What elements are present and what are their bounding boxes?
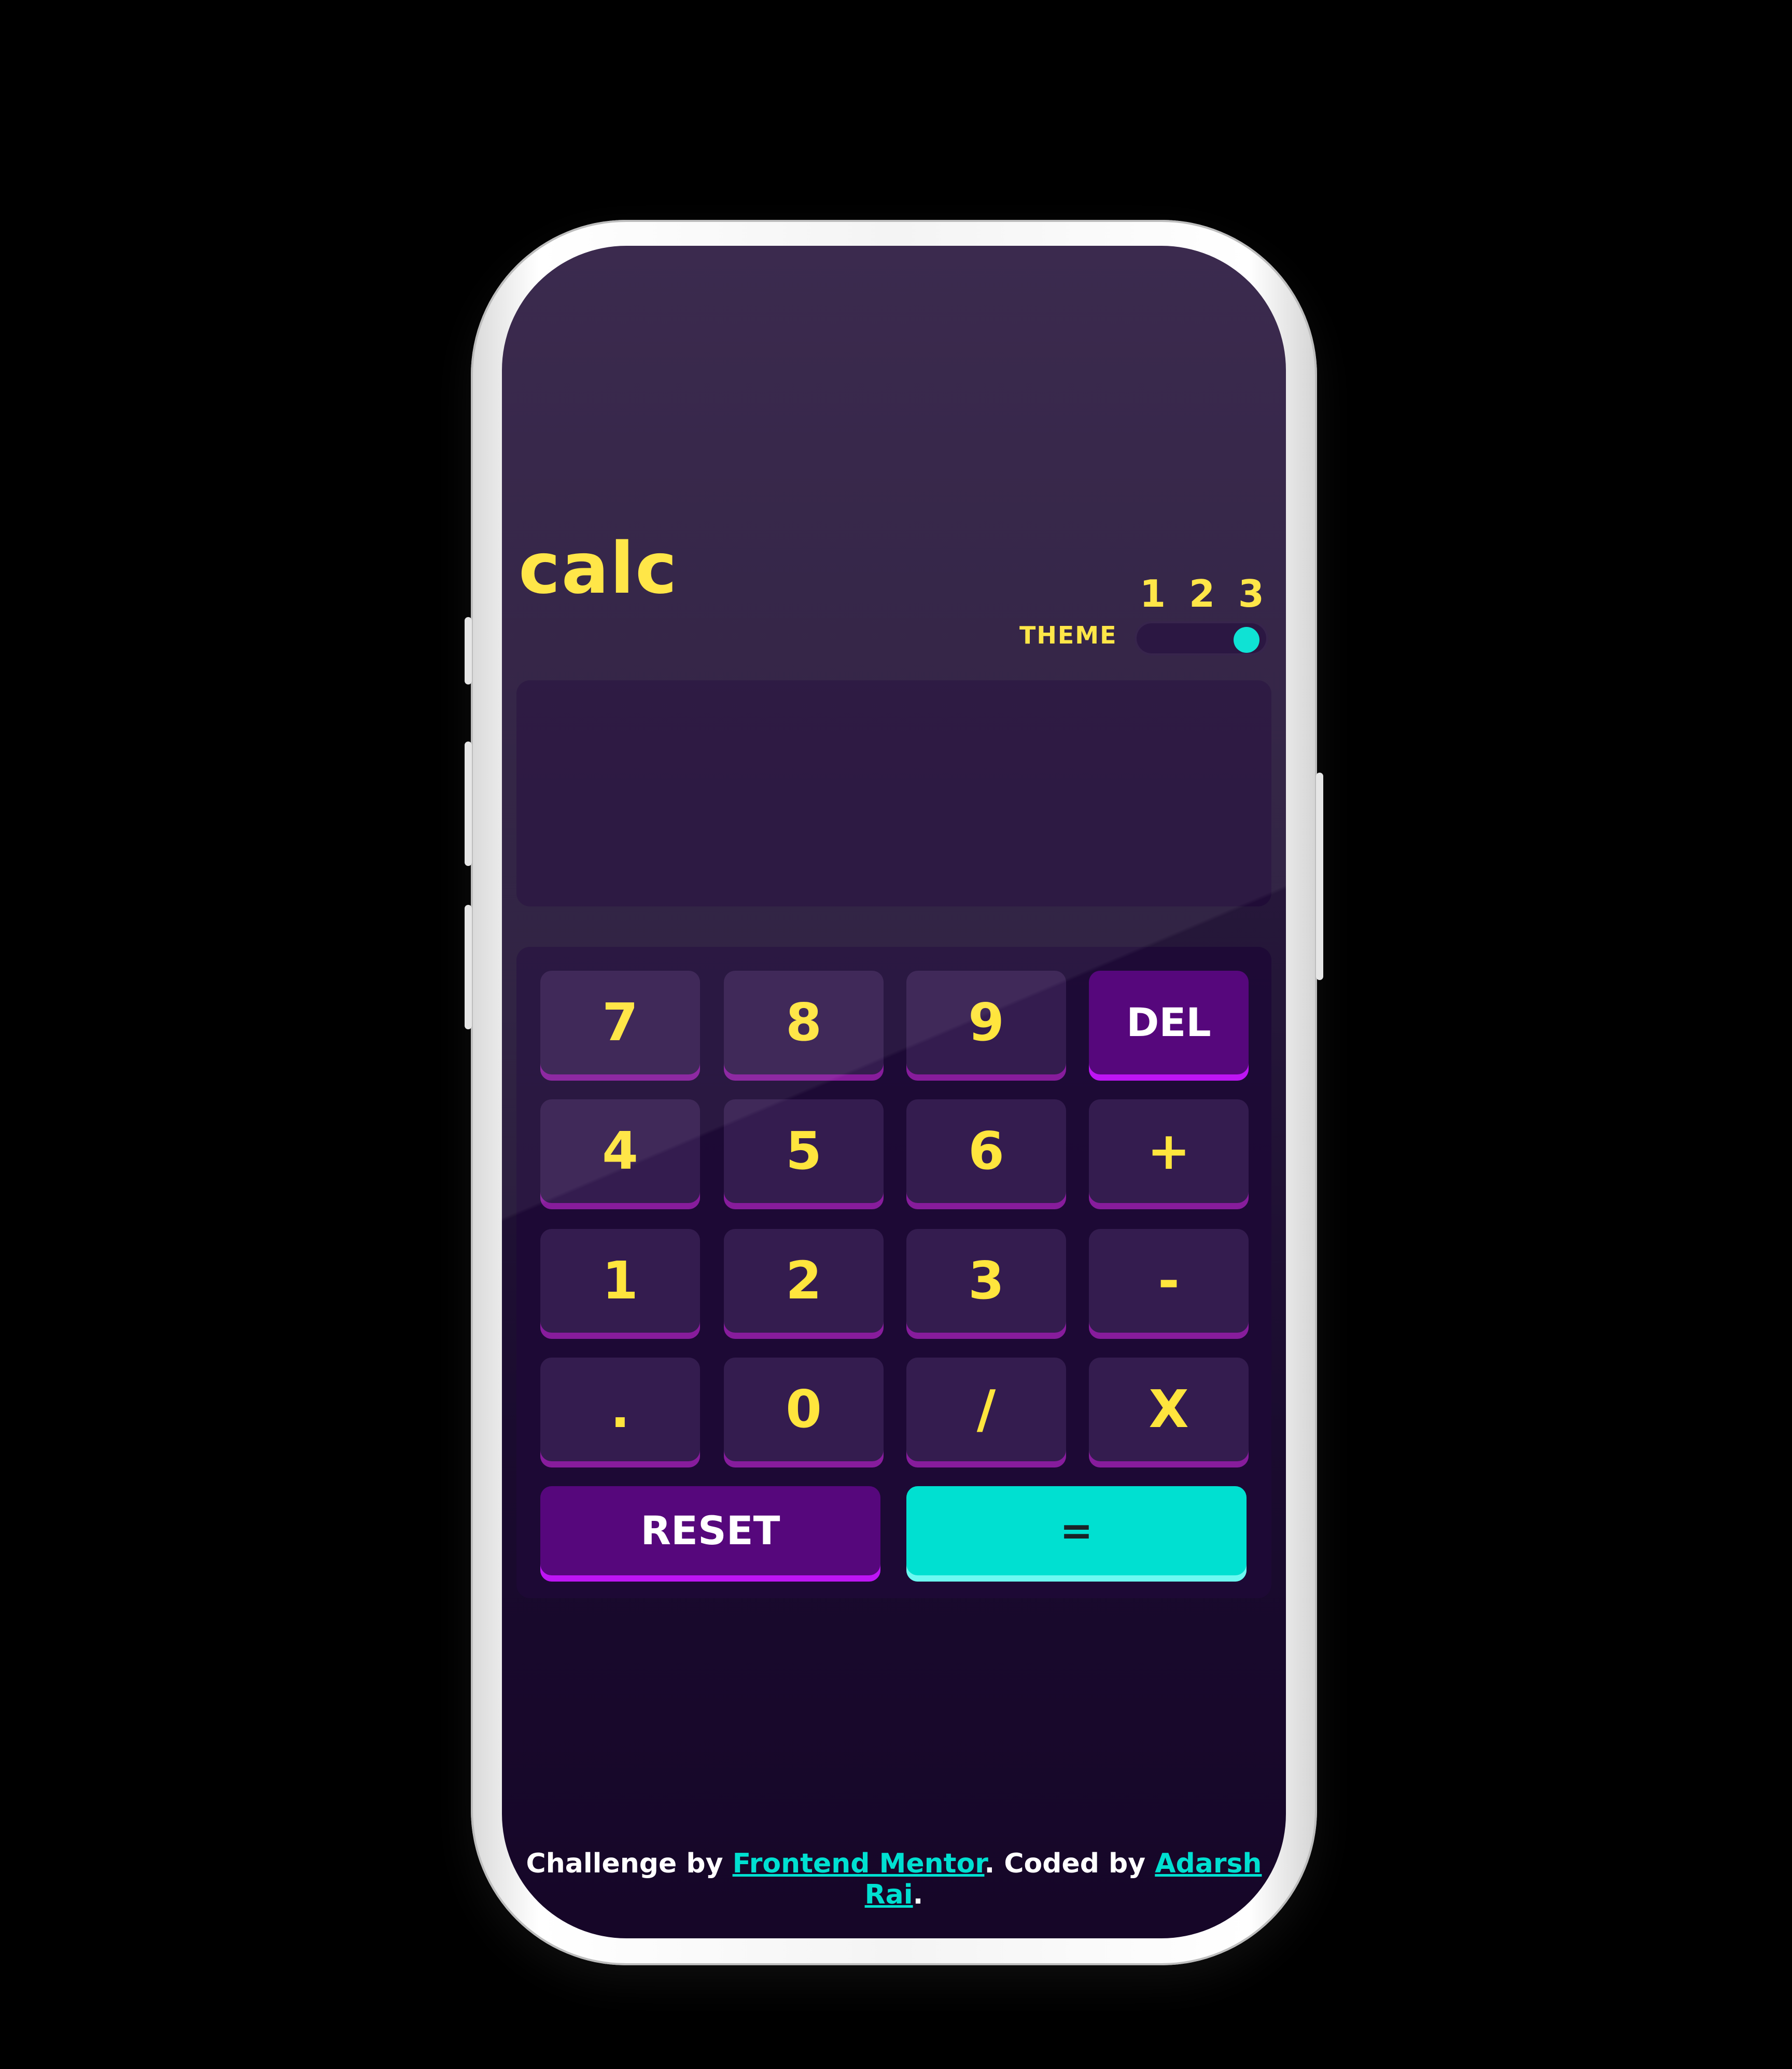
attribution-middle: . Coded by: [984, 1848, 1155, 1879]
key-1[interactable]: 1: [540, 1229, 700, 1339]
reset-button[interactable]: RESET: [540, 1486, 880, 1582]
phone-power-button: [1316, 773, 1323, 980]
key-0[interactable]: 0: [724, 1358, 884, 1467]
key-2[interactable]: 2: [724, 1229, 884, 1339]
attribution-prefix: Challenge by: [526, 1848, 733, 1879]
key-9[interactable]: 9: [906, 971, 1066, 1081]
key-decimal[interactable]: .: [540, 1358, 700, 1467]
phone-volume-down-button: [465, 905, 472, 1029]
attribution-footer: Challenge by Frontend Mentor. Coded by A…: [502, 1848, 1286, 1910]
equals-button[interactable]: =: [906, 1486, 1247, 1582]
theme-numbers: 1 2 3: [1140, 575, 1264, 612]
theme-option-3[interactable]: 3: [1238, 575, 1264, 612]
phone-volume-up-button: [465, 742, 472, 866]
key-plus[interactable]: +: [1089, 1099, 1249, 1209]
attribution-suffix: .: [913, 1879, 923, 1910]
phone-screen: calc 1 2 3 THEME 7 8 9 DEL 4 5 6 + 1 2 3…: [502, 246, 1286, 1938]
theme-option-2[interactable]: 2: [1189, 575, 1215, 612]
key-8[interactable]: 8: [724, 971, 884, 1081]
key-minus[interactable]: -: [1089, 1229, 1249, 1339]
theme-toggle-knob[interactable]: [1234, 627, 1259, 653]
calculator-display: [516, 680, 1271, 906]
key-3[interactable]: 3: [906, 1229, 1066, 1339]
key-4[interactable]: 4: [540, 1099, 700, 1209]
phone-mute-switch: [465, 617, 472, 684]
key-6[interactable]: 6: [906, 1099, 1066, 1209]
app-logo: calc: [519, 528, 678, 610]
theme-option-1[interactable]: 1: [1140, 575, 1166, 612]
frontend-mentor-link[interactable]: Frontend Mentor: [733, 1848, 985, 1879]
key-7[interactable]: 7: [540, 971, 700, 1081]
key-5[interactable]: 5: [724, 1099, 884, 1209]
del-button[interactable]: DEL: [1089, 971, 1249, 1081]
theme-label: THEME: [1019, 621, 1117, 649]
key-multiply[interactable]: X: [1089, 1358, 1249, 1467]
key-divide[interactable]: /: [906, 1358, 1066, 1467]
